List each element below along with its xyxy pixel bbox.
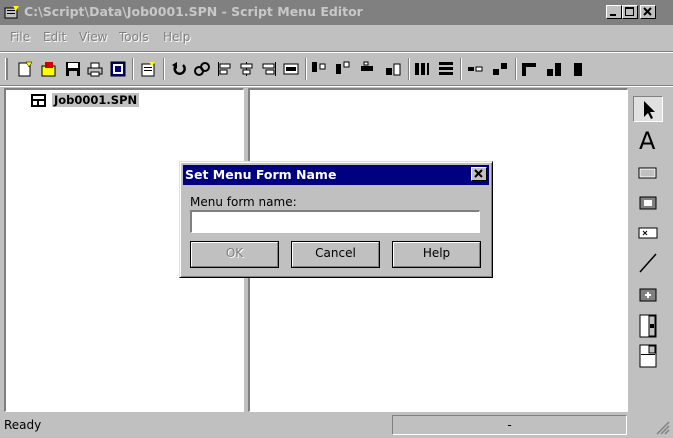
send-back-icon[interactable]	[543, 58, 565, 80]
align-bottom-icon[interactable]	[357, 58, 379, 80]
cancel-button[interactable]: Cancel	[291, 241, 380, 268]
dialog-title-bar[interactable]: Set Menu Form Name	[183, 165, 489, 185]
menu-edit[interactable]: Edit	[43, 30, 66, 44]
list-tool-icon	[639, 314, 657, 338]
close-icon	[474, 169, 483, 178]
toolbar-separator	[305, 58, 307, 80]
toolbar-separator	[132, 58, 134, 80]
menu-file[interactable]: File	[10, 30, 30, 44]
send-back-icon-2[interactable]	[567, 58, 589, 80]
menu-bar: File Edit View Tools Help	[0, 27, 673, 47]
combo-tool-button[interactable]	[633, 342, 663, 368]
ok-button[interactable]: OK	[190, 241, 279, 268]
align-grid-icon[interactable]	[280, 58, 302, 80]
space-horizontal-icon[interactable]	[411, 58, 433, 80]
undo-icon[interactable]	[168, 58, 190, 80]
app-icon[interactable]	[4, 5, 20, 19]
toolbar-grip[interactable]	[5, 58, 8, 80]
align-right-icon[interactable]	[258, 58, 280, 80]
menu-form-name-input[interactable]	[190, 210, 480, 233]
open-icon[interactable]	[38, 58, 60, 80]
align-middle-icon[interactable]	[332, 58, 354, 80]
toolbar-separator	[515, 58, 517, 80]
help-button[interactable]: Help	[392, 241, 481, 268]
button-tool-icon	[639, 196, 657, 210]
close-button[interactable]	[640, 5, 656, 19]
text-tool-icon: A	[639, 128, 656, 152]
minimize-button[interactable]	[606, 5, 622, 19]
preview-icon[interactable]	[107, 58, 129, 80]
tab-order-icon[interactable]	[489, 58, 511, 80]
checkbox-tool-icon	[639, 288, 657, 302]
toolbar-separator	[163, 58, 165, 80]
align-top-icon[interactable]	[308, 58, 330, 80]
same-size-icon[interactable]	[382, 58, 404, 80]
status-panel-text: -	[507, 418, 512, 432]
minimize-icon	[610, 14, 616, 16]
field-tool-button[interactable]	[633, 220, 663, 246]
combo-tool-icon	[639, 344, 657, 368]
toolbar	[2, 55, 673, 83]
menubar-divider	[0, 51, 673, 53]
status-panel: -	[392, 415, 627, 435]
menu-tools[interactable]: Tools	[119, 30, 149, 44]
svg-text:A: A	[639, 128, 656, 152]
align-center-icon[interactable]	[236, 58, 258, 80]
window-title: C:\Script\Data\Job0001.SPN - Script Menu…	[24, 4, 363, 19]
bring-front-icon[interactable]	[518, 58, 540, 80]
close-icon	[643, 7, 652, 16]
print-icon[interactable]	[84, 58, 106, 80]
menu-view[interactable]: View	[79, 30, 107, 44]
rectangle-tool-icon	[638, 167, 657, 179]
button-tool-button[interactable]	[633, 190, 663, 216]
maximize-icon	[625, 7, 634, 16]
field-tool-icon	[638, 227, 658, 239]
dialog-title: Set Menu Form Name	[185, 167, 337, 182]
status-text: Ready	[4, 418, 42, 432]
menu-help[interactable]: Help	[163, 30, 190, 44]
maximize-button[interactable]	[622, 5, 638, 19]
line-tool-icon	[639, 253, 657, 273]
toolbar-separator	[460, 58, 462, 80]
list-tool-button[interactable]	[633, 312, 663, 338]
move-icon[interactable]	[464, 58, 486, 80]
toolbar-divider	[0, 85, 673, 87]
set-menu-form-name-dialog: Set Menu Form Name Menu form name: OK Ca…	[179, 161, 493, 278]
document-icon	[30, 93, 48, 111]
tree-item-label: Job0001.SPN	[52, 93, 140, 107]
line-tool-button[interactable]	[633, 250, 663, 276]
pointer-tool-icon	[644, 101, 655, 119]
status-bar: Ready -	[0, 413, 673, 438]
tool-palette: A	[629, 88, 671, 410]
space-vertical-icon[interactable]	[435, 58, 457, 80]
menu-form-name-label: Menu form name:	[190, 195, 297, 209]
title-bar[interactable]: C:\Script\Data\Job0001.SPN - Script Menu…	[0, 0, 673, 25]
form-properties-icon[interactable]	[137, 58, 159, 80]
main-window: C:\Script\Data\Job0001.SPN - Script Menu…	[0, 0, 673, 438]
checkbox-tool-button[interactable]	[633, 282, 663, 308]
save-icon[interactable]	[62, 58, 84, 80]
dialog-close-button[interactable]	[471, 167, 487, 181]
redo-icon[interactable]	[191, 58, 213, 80]
text-tool-button[interactable]: A	[633, 126, 663, 152]
align-left-icon[interactable]	[214, 58, 236, 80]
resize-grip-icon[interactable]	[656, 421, 670, 435]
pointer-tool-button[interactable]	[633, 96, 663, 122]
toolbar-separator	[408, 58, 410, 80]
rectangle-tool-button[interactable]	[633, 160, 663, 186]
new-icon[interactable]	[14, 58, 36, 80]
